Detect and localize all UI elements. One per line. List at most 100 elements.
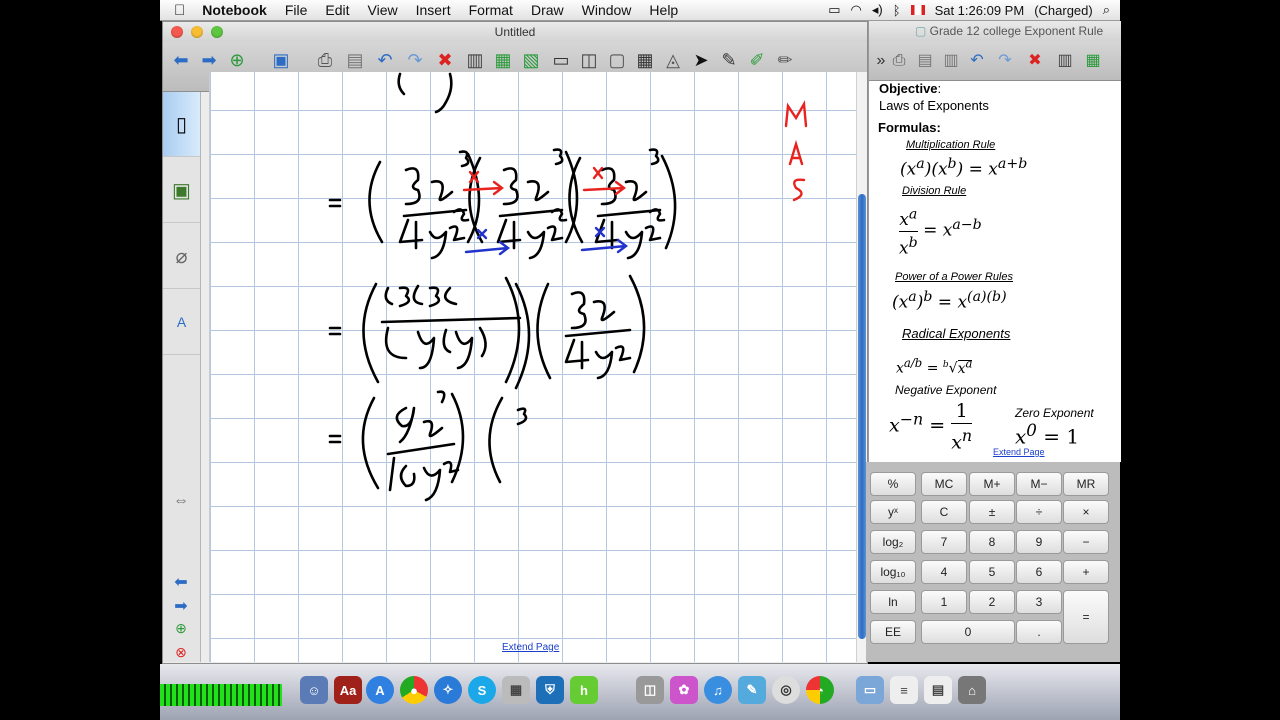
gallery-icon[interactable]: ▢ <box>605 48 629 72</box>
chrome-icon[interactable]: ● <box>400 676 428 704</box>
dvd-icon[interactable]: ◎ <box>772 676 800 704</box>
display-icon[interactable]: ▭ <box>828 2 840 18</box>
undo-icon[interactable]: ↶ <box>373 48 397 72</box>
screen-shade-icon[interactable]: ▥ <box>463 48 487 72</box>
properties-icon[interactable]: ▦ <box>491 48 515 72</box>
chart-app-icon[interactable]: ◔ <box>806 676 834 704</box>
calc-key-sign[interactable]: ± <box>969 500 1015 524</box>
close-button[interactable] <box>171 26 183 38</box>
calc-key-9[interactable]: 9 <box>1016 530 1062 554</box>
menu-format[interactable]: Format <box>460 2 522 18</box>
menu-file[interactable]: File <box>276 2 317 18</box>
add-page-icon[interactable]: ⊕ <box>225 48 249 72</box>
previous-page-icon[interactable]: ⬅ <box>169 48 193 72</box>
calc-key-7[interactable]: 7 <box>921 530 967 554</box>
auto-hide-icon[interactable]: ⇔ <box>165 492 197 510</box>
wifi-icon[interactable]: ◠ <box>851 2 862 18</box>
attachments-tab[interactable]: ⌀ <box>163 224 200 289</box>
calc-key-1[interactable]: 1 <box>921 590 967 614</box>
table-icon[interactable]: ▦ <box>633 48 657 72</box>
gallery-paste-icon[interactable]: ▤ <box>913 49 937 73</box>
extend-page-link[interactable]: Extend Page <box>502 642 559 653</box>
calc-key-3[interactable]: 3 <box>1016 590 1062 614</box>
side-previous-icon[interactable]: ⬅ <box>165 572 197 592</box>
minimize-button[interactable] <box>191 26 203 38</box>
notes-icon[interactable]: ✎ <box>738 676 766 704</box>
menu-insert[interactable]: Insert <box>407 2 460 18</box>
paste-icon[interactable]: ▤ <box>343 48 367 72</box>
calculator-app-icon[interactable]: ▦ <box>502 676 530 704</box>
shield-icon[interactable]: ⛨ <box>536 676 564 704</box>
calc-key-5[interactable]: 5 <box>969 560 1015 584</box>
page-sorter-tab[interactable]: ▯ <box>163 92 200 157</box>
bluetooth-icon[interactable]: ᛒ <box>893 3 901 18</box>
zoom-button[interactable] <box>211 26 223 38</box>
gallery-undo-icon[interactable]: ↶ <box>965 49 989 73</box>
calc-key-8[interactable]: 8 <box>969 530 1015 554</box>
app-store-icon[interactable]: A <box>366 676 394 704</box>
creative-pen-icon[interactable]: ✏ <box>773 48 797 72</box>
spotlight-icon[interactable]: ⌕ <box>1103 2 1110 18</box>
flag-icon[interactable] <box>910 5 925 15</box>
calc-key-power[interactable]: yˣ <box>870 500 916 524</box>
redo-icon[interactable]: ↷ <box>403 48 427 72</box>
clock[interactable]: Sat 1:26:09 PM <box>935 3 1025 18</box>
select-arrow-icon[interactable]: ➤ <box>689 48 713 72</box>
save-icon[interactable]: ▣ <box>269 48 293 72</box>
itunes-icon[interactable]: ♫ <box>704 676 732 704</box>
calc-key-percent[interactable]: % <box>870 472 916 496</box>
align-icon[interactable]: ▧ <box>519 48 543 72</box>
whiteboard-page[interactable]: Extend Page <box>209 72 856 662</box>
photo-icon[interactable]: ✿ <box>670 676 698 704</box>
trash-icon[interactable]: ⌂ <box>958 676 986 704</box>
folder-icon[interactable]: ▭ <box>856 676 884 704</box>
gallery-align-icon[interactable]: ▦ <box>1081 49 1105 73</box>
calc-key-ln[interactable]: ln <box>870 590 916 614</box>
calc-key-clear[interactable]: C <box>921 500 967 524</box>
skype-icon[interactable]: S <box>468 676 496 704</box>
gallery-redo-icon[interactable]: ↷ <box>993 49 1017 73</box>
calc-key-multiply[interactable]: × <box>1063 500 1109 524</box>
pen-icon[interactable]: ✎ <box>717 48 741 72</box>
gallery-extend-page-link[interactable]: Extend Page <box>993 447 1045 457</box>
safari-icon[interactable]: ✧ <box>434 676 462 704</box>
calc-key-log2[interactable]: log₂ <box>870 530 916 554</box>
side-next-icon[interactable]: ➡ <box>165 596 197 616</box>
side-add-page-icon[interactable]: ⊕ <box>165 620 197 637</box>
properties-tab[interactable]: A <box>163 290 200 355</box>
gallery-delete-icon[interactable]: ✖ <box>1023 49 1047 73</box>
h-app-icon[interactable]: h <box>570 676 598 704</box>
calc-key-0[interactable]: 0 <box>921 620 1015 644</box>
calc-key-log10[interactable]: log₁₀ <box>870 560 916 584</box>
calc-key-equals[interactable]: = <box>1063 590 1109 644</box>
finder-icon[interactable]: ☺ <box>300 676 328 704</box>
document-stack-icon[interactable]: ≡ <box>890 676 918 704</box>
calc-key-4[interactable]: 4 <box>921 560 967 584</box>
gallery-print-icon[interactable]: ⎙ <box>887 49 911 73</box>
menu-edit[interactable]: Edit <box>316 2 358 18</box>
calc-key-divide[interactable]: ÷ <box>1016 500 1062 524</box>
calc-key-mc[interactable]: MC <box>921 472 967 496</box>
scrollbar-thumb[interactable] <box>858 194 866 639</box>
print-icon[interactable]: ⎙ <box>313 48 337 72</box>
volume-icon[interactable]: ◂) <box>872 2 883 18</box>
calc-key-minus[interactable]: − <box>1063 530 1109 554</box>
calc-key-mplus[interactable]: M+ <box>969 472 1015 496</box>
next-page-icon[interactable]: ➡ <box>197 48 221 72</box>
delete-icon[interactable]: ✖ <box>433 48 457 72</box>
measurement-icon[interactable]: ◬ <box>661 48 685 72</box>
calc-key-6[interactable]: 6 <box>1016 560 1062 584</box>
calc-key-2[interactable]: 2 <box>969 590 1015 614</box>
menu-help[interactable]: Help <box>640 2 687 18</box>
calc-key-plus[interactable]: + <box>1063 560 1109 584</box>
screenshot-icon[interactable]: ◫ <box>636 676 664 704</box>
gallery-shade-icon[interactable]: ▥ <box>1053 49 1077 73</box>
menu-view[interactable]: View <box>359 2 407 18</box>
battery-status[interactable]: (Charged) <box>1034 3 1093 18</box>
window-stack-icon[interactable]: ▤ <box>924 676 952 704</box>
menu-draw[interactable]: Draw <box>522 2 573 18</box>
highlighter-icon[interactable]: ✐ <box>745 48 769 72</box>
dictionary-icon[interactable]: Aa <box>334 676 362 704</box>
calc-key-ee[interactable]: EE <box>870 620 916 644</box>
side-delete-page-icon[interactable]: ⊗ <box>165 644 197 661</box>
